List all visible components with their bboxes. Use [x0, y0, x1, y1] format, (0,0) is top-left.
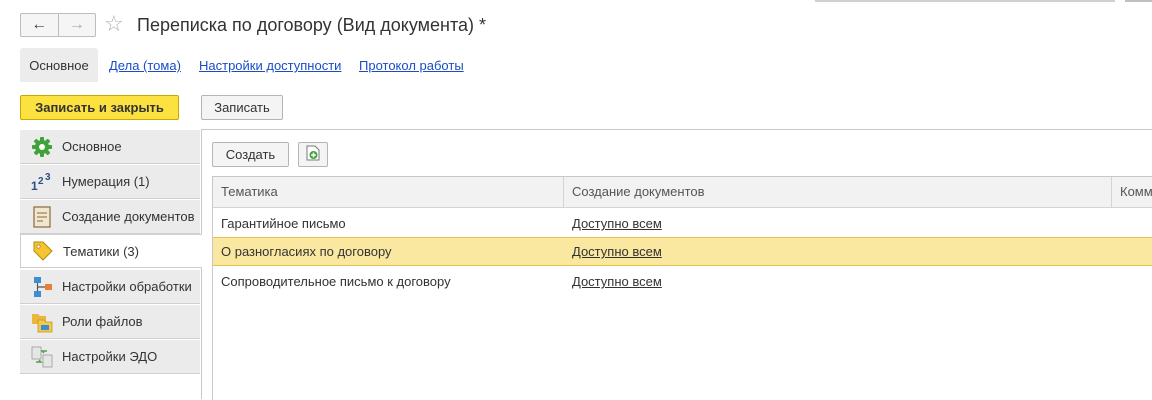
- sidebar-item-label: Нумерация (1): [62, 174, 150, 189]
- table-row[interactable]: Сопроводительное письмо к договору Досту…: [213, 267, 1152, 296]
- content-top-divider: [201, 129, 1152, 130]
- tab-work-log[interactable]: Протокол работы: [359, 58, 464, 73]
- sidebar-item-numbering[interactable]: 1 2 3 Нумерация (1): [20, 165, 200, 199]
- column-header-doc-creation[interactable]: Создание документов: [564, 177, 1112, 207]
- workflow-icon: [31, 276, 53, 298]
- edo-icon: [31, 346, 53, 368]
- table-row-selected[interactable]: О разногласиях по договору Доступно всем: [213, 237, 1152, 266]
- svg-text:3: 3: [45, 172, 51, 183]
- table-header: Тематика Создание документов Комм: [213, 177, 1152, 208]
- sidebar-item-main[interactable]: Основное: [20, 130, 200, 164]
- forward-button[interactable]: →: [57, 14, 96, 36]
- document-icon: [31, 205, 53, 228]
- column-header-topic[interactable]: Тематика: [213, 177, 564, 207]
- column-header-comment[interactable]: Комм: [1112, 177, 1152, 207]
- sidebar-item-create-documents[interactable]: Создание документов: [20, 200, 200, 234]
- nav-buttons: ← →: [20, 13, 96, 37]
- topics-table: Тематика Создание документов Комм Гарант…: [212, 176, 1152, 400]
- add-document-icon: [305, 145, 321, 164]
- cell-access-link[interactable]: Доступно всем: [564, 267, 662, 296]
- save-and-close-button[interactable]: Записать и закрыть: [20, 95, 179, 120]
- favorite-star-icon[interactable]: ☆: [104, 11, 124, 37]
- cell-topic: Сопроводительное письмо к договору: [221, 274, 451, 289]
- sidebar-item-edo-settings[interactable]: Настройки ЭДО: [20, 340, 200, 374]
- svg-text:1: 1: [31, 179, 38, 193]
- sidebar: Основное 1 2 3 Нумерация (1) Создание до…: [20, 130, 202, 399]
- tab-access-settings[interactable]: Настройки доступности: [199, 58, 341, 73]
- gear-icon: [31, 136, 53, 158]
- svg-text:2: 2: [38, 176, 44, 187]
- sidebar-item-label: Создание документов: [62, 209, 195, 224]
- sidebar-item-label: Настройки обработки: [62, 279, 192, 294]
- sidebar-item-label: Настройки ЭДО: [62, 349, 158, 364]
- sidebar-item-processing-settings[interactable]: Настройки обработки: [20, 270, 200, 304]
- sidebar-item-label: Основное: [62, 139, 122, 154]
- tag-icon: [32, 240, 54, 262]
- numbering-icon: 1 2 3: [31, 171, 53, 193]
- sidebar-item-topics[interactable]: Тематики (3): [20, 234, 202, 268]
- sidebar-item-label: Роли файлов: [62, 314, 143, 329]
- sidebar-item-file-roles[interactable]: Роли файлов: [20, 305, 200, 339]
- table-row[interactable]: Гарантийное письмо Доступно всем: [213, 209, 1152, 238]
- back-button[interactable]: ←: [21, 14, 58, 36]
- save-button[interactable]: Записать: [201, 95, 283, 120]
- cell-access-link[interactable]: Доступно всем: [564, 209, 662, 238]
- cell-topic: О разногласиях по договору: [221, 244, 392, 259]
- window-top-border: [0, 0, 1152, 6]
- add-from-file-button[interactable]: [298, 142, 328, 167]
- create-button[interactable]: Создать: [212, 142, 289, 167]
- tab-cases[interactable]: Дела (тома): [109, 58, 181, 73]
- cell-topic: Гарантийное письмо: [221, 216, 346, 231]
- sidebar-item-label: Тематики (3): [63, 243, 139, 259]
- tab-main[interactable]: Основное: [20, 48, 98, 82]
- page-title: Переписка по договору (Вид документа) *: [137, 15, 487, 35]
- cell-access-link[interactable]: Доступно всем: [564, 238, 662, 265]
- folders-icon: [31, 311, 53, 333]
